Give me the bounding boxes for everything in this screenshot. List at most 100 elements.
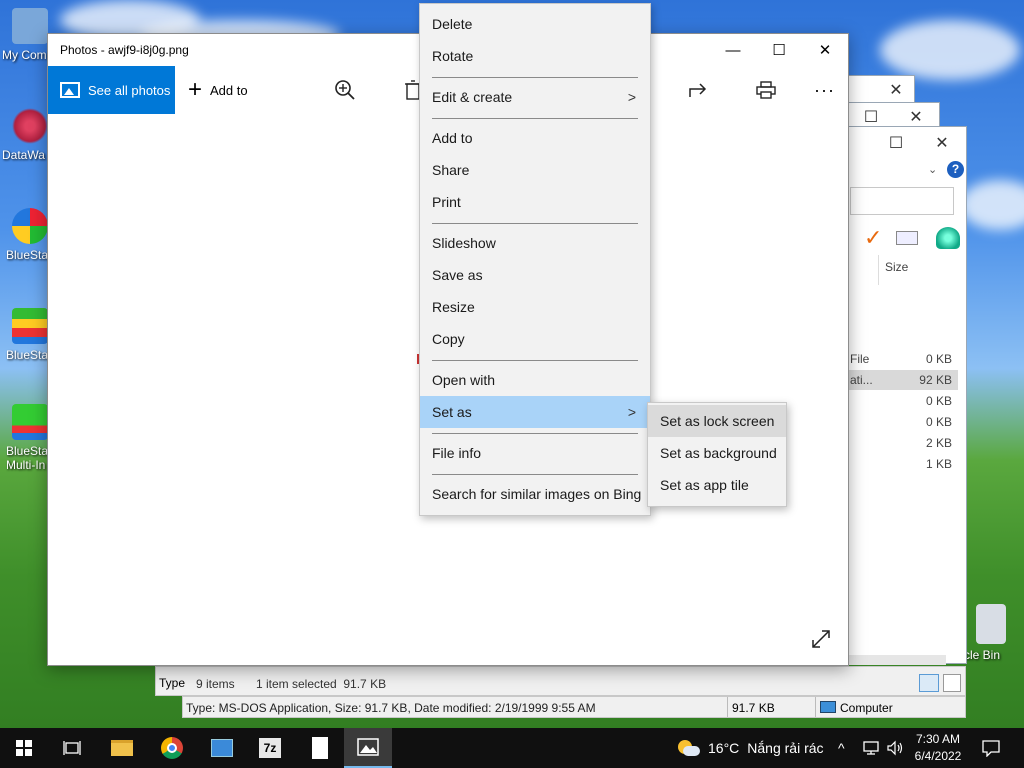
chevron-right-icon: > xyxy=(627,404,636,420)
large-icons-view-icon[interactable] xyxy=(943,674,961,692)
taskbar-control-panel[interactable] xyxy=(198,728,246,768)
menu-item-set-app-tile[interactable]: Set as app tile xyxy=(648,469,786,501)
menu-item-slideshow[interactable]: Slideshow xyxy=(420,227,650,259)
details-size: 91.7 KB xyxy=(732,701,775,715)
control-panel-icon xyxy=(211,739,233,757)
taskbar-file-explorer[interactable] xyxy=(98,728,146,768)
weather-text: Nắng rải rác xyxy=(747,740,824,756)
menu-item-share[interactable]: Share xyxy=(420,154,650,186)
fullscreen-button[interactable] xyxy=(810,628,838,656)
mail-icon[interactable] xyxy=(896,231,918,245)
table-row[interactable]: ati... 92 KB xyxy=(846,370,958,390)
7zip-icon: 7z xyxy=(259,738,281,758)
menu-item-set-as[interactable]: Set as > xyxy=(420,396,650,428)
clock[interactable]: 7:30 AM 6/4/2022 xyxy=(912,731,964,767)
desktop-icon-recycle-bin[interactable]: ycle Bin xyxy=(958,604,1024,662)
print-button[interactable] xyxy=(756,66,776,114)
column-separator xyxy=(878,255,879,285)
taskbar: 7z 16°C Nắng rải rác ^ 7:30 AM 6/4/2022 xyxy=(0,728,1024,768)
details-separator xyxy=(727,697,728,717)
maximize-icon[interactable]: ☐ xyxy=(851,107,891,127)
weather-widget[interactable]: 16°C Nắng rải rác xyxy=(678,728,824,768)
items-count: 9 items xyxy=(196,677,235,691)
menu-item-add-to[interactable]: Add to xyxy=(420,122,650,154)
menu-item-delete[interactable]: Delete xyxy=(420,8,650,40)
notification-icon xyxy=(982,740,1000,757)
notifications-button[interactable] xyxy=(982,728,1000,768)
clock-time: 7:30 AM xyxy=(915,732,961,746)
menu-separator xyxy=(432,118,638,119)
taskbar-7zip[interactable]: 7z xyxy=(246,728,294,768)
ellipsis-icon: ··· xyxy=(814,79,835,100)
menu-item-copy[interactable]: Copy xyxy=(420,323,650,355)
selection-info: 1 item selected 91.7 KB xyxy=(256,677,387,691)
computer-icon xyxy=(12,8,48,44)
maximize-icon[interactable]: ☐ xyxy=(876,133,916,153)
document-icon xyxy=(312,737,328,759)
menu-item-edit-create[interactable]: Edit & create > xyxy=(420,81,650,113)
zoom-in-icon xyxy=(335,80,355,100)
help-icon[interactable]: ? xyxy=(947,161,964,178)
menu-item-save-as[interactable]: Save as xyxy=(420,259,650,291)
add-to-button[interactable]: + Add to xyxy=(188,66,248,114)
address-bar[interactable] xyxy=(850,187,954,215)
menu-separator xyxy=(432,360,638,361)
minimize-button[interactable]: — xyxy=(710,34,756,66)
zoom-button[interactable] xyxy=(334,66,356,114)
weather-cloud-sun-icon xyxy=(678,740,700,756)
photos-icon xyxy=(60,82,80,98)
taskbar-photos[interactable] xyxy=(344,728,392,768)
details-separator xyxy=(815,697,816,717)
close-icon[interactable]: ✕ xyxy=(876,80,916,100)
close-icon[interactable]: ✕ xyxy=(896,107,936,127)
chevron-down-icon[interactable]: ⌄ xyxy=(928,163,937,176)
menu-item-set-lock-screen[interactable]: Set as lock screen xyxy=(648,405,786,437)
type-column-fragment: Type xyxy=(159,676,186,690)
horizontal-scrollbar[interactable] xyxy=(846,655,946,665)
share-button[interactable] xyxy=(688,66,708,114)
maximize-button[interactable]: ☐ xyxy=(756,34,802,66)
shell-icon[interactable] xyxy=(936,227,960,249)
menu-item-open-with[interactable]: Open with xyxy=(420,364,650,396)
explorer-details-bar: Type: MS-DOS Application, Size: 91.7 KB,… xyxy=(182,696,966,718)
menu-item-search-bing[interactable]: Search for similar images on Bing xyxy=(420,478,650,510)
details-text: Type: MS-DOS Application, Size: 91.7 KB,… xyxy=(186,701,596,715)
plus-icon: + xyxy=(188,76,203,103)
chrome-icon xyxy=(161,737,183,759)
more-options-button[interactable]: ··· xyxy=(814,66,835,114)
menu-item-rotate[interactable]: Rotate xyxy=(420,40,650,72)
taskbar-document[interactable] xyxy=(296,728,344,768)
recycle-bin-icon xyxy=(976,604,1006,644)
menu-separator xyxy=(432,474,638,475)
show-hidden-icons-button[interactable]: ^ xyxy=(838,728,845,768)
close-button[interactable]: ✕ xyxy=(802,34,848,66)
see-all-photos-button[interactable]: See all photos xyxy=(48,66,175,114)
share-icon xyxy=(689,83,707,97)
start-button[interactable] xyxy=(0,728,48,768)
menu-item-file-info[interactable]: File info xyxy=(420,437,650,469)
close-icon[interactable]: ✕ xyxy=(922,133,962,153)
context-menu: Delete Rotate Edit & create > Add to Shar… xyxy=(419,3,651,516)
table-row[interactable]: 2 KB xyxy=(846,434,958,452)
computer-icon xyxy=(820,701,836,713)
menu-item-resize[interactable]: Resize xyxy=(420,291,650,323)
volume-icon[interactable] xyxy=(886,728,904,768)
menu-item-print[interactable]: Print xyxy=(420,186,650,218)
task-view-button[interactable] xyxy=(48,728,96,768)
explorer-window: ☐ ✕ ⌄ ? ✓ Size File 0 KB ati... 92 KB 0 … xyxy=(845,126,967,665)
folder-icon xyxy=(111,740,133,756)
menu-item-set-background[interactable]: Set as background xyxy=(648,437,786,469)
photos-icon xyxy=(357,738,379,756)
set-as-submenu: Set as lock screen Set as background Set… xyxy=(647,402,787,507)
table-row[interactable]: 0 KB xyxy=(846,392,958,410)
size-column-header[interactable]: Size xyxy=(885,260,908,274)
network-icon[interactable] xyxy=(862,728,880,768)
table-row[interactable]: File 0 KB xyxy=(846,350,958,368)
details-view-icon[interactable] xyxy=(919,674,939,692)
background-window-1: ✕ xyxy=(845,75,915,105)
taskbar-chrome[interactable] xyxy=(148,728,196,768)
check-icon[interactable]: ✓ xyxy=(864,225,882,251)
table-row[interactable]: 1 KB xyxy=(846,455,958,473)
table-row[interactable]: 0 KB xyxy=(846,413,958,431)
chevron-right-icon: > xyxy=(627,89,636,105)
